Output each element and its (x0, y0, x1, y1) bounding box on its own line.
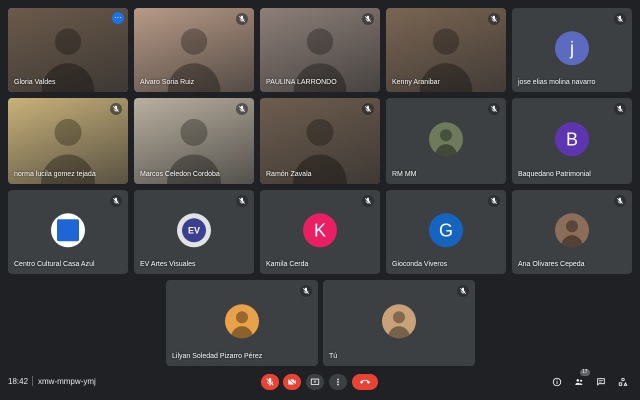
mic-muted-icon (110, 195, 122, 207)
chat-button[interactable] (594, 375, 608, 389)
camera-off-icon (287, 377, 297, 387)
participant-tile[interactable]: PAULINA LARRONDO (260, 8, 380, 92)
participant-tile[interactable]: RM MM (386, 98, 506, 184)
participant-name: Ana Olivares Cepeda (518, 261, 585, 268)
participant-name: Kenny Aranibar (392, 79, 440, 86)
participant-tile[interactable]: j jose elias molina navarro (512, 8, 632, 92)
participant-name: jose elias molina navarro (518, 79, 596, 86)
mic-muted-icon (110, 103, 122, 115)
participant-avatar (51, 213, 85, 248)
participant-name: norma lucila gomez tejada (14, 171, 96, 178)
participant-avatar: B (555, 122, 589, 157)
present-button[interactable] (306, 374, 324, 390)
participant-avatar (225, 304, 259, 339)
mic-muted-icon (488, 103, 500, 115)
people-button[interactable] (572, 375, 586, 389)
present-screen-icon (310, 378, 320, 385)
participant-name: Lilyan Soledad Pizarro Pérez (172, 353, 263, 360)
mic-off-icon (266, 377, 274, 386)
participant-name: RM MM (392, 171, 417, 178)
participant-tile[interactable]: Alvaro Soria Ruiz (134, 8, 254, 92)
activities-icon (618, 377, 628, 386)
mic-muted-icon (614, 103, 626, 115)
participant-tile[interactable]: Tú (323, 280, 475, 366)
mic-muted-icon (614, 13, 626, 25)
participant-avatar (382, 304, 416, 339)
avatar-logo-text: EV (182, 218, 206, 243)
mic-muted-icon (488, 195, 500, 207)
participant-name: Alvaro Soria Ruiz (140, 79, 195, 86)
participant-name: Baquedano Patrimonial (518, 171, 591, 178)
participant-tile[interactable]: Marcos Celedon Cordoba (134, 98, 254, 184)
participant-name: Gioconda Viveros (392, 261, 448, 268)
phone-hangup-icon (360, 379, 370, 384)
mic-muted-icon (488, 13, 500, 25)
participant-tile[interactable]: G Gioconda Viveros (386, 190, 506, 274)
participant-name: Ramón Zavala (266, 171, 312, 178)
participant-avatar: EV (177, 213, 211, 248)
participant-avatar (555, 213, 589, 248)
participant-tile[interactable]: norma lucila gomez tejada (8, 98, 128, 184)
participant-avatar: K (303, 213, 337, 248)
participant-name: Gloria Valdes (14, 79, 56, 86)
participant-tile[interactable]: Lilyan Soledad Pizarro Pérez (166, 280, 318, 366)
meeting-time: 18:42 (8, 377, 29, 386)
mic-muted-icon (614, 195, 626, 207)
mic-muted-icon (362, 103, 374, 115)
mic-muted-icon (300, 285, 312, 297)
participant-name: Marcos Celedon Cordoba (140, 171, 220, 178)
mic-muted-icon (457, 285, 469, 297)
mic-muted-icon (236, 195, 248, 207)
mic-muted-icon (236, 103, 248, 115)
participant-tile[interactable]: K Kamila Cerda (260, 190, 380, 274)
participant-tile[interactable]: Ana Olivares Cepeda (512, 190, 632, 274)
participant-tile[interactable]: EV EV Artes Visuales (134, 190, 254, 274)
mic-off-button[interactable] (261, 374, 279, 390)
end-call-button[interactable] (352, 374, 378, 390)
mic-muted-icon (362, 13, 374, 25)
separator (32, 376, 33, 386)
participant-name: Tú (329, 353, 338, 360)
participant-name: Kamila Cerda (266, 261, 309, 268)
camera-off-button[interactable] (283, 374, 301, 390)
participant-tile[interactable]: Kenny Aranibar (386, 8, 506, 92)
more-options-button[interactable] (329, 374, 347, 390)
people-icon (575, 379, 583, 385)
activities-button[interactable] (616, 375, 630, 389)
participant-tile[interactable]: Gloria Valdes ⋯ (8, 8, 128, 92)
mic-muted-icon (362, 195, 374, 207)
mic-muted-icon (236, 13, 248, 25)
more-vert-icon (337, 378, 339, 386)
participant-avatar: G (429, 213, 463, 248)
tile-options-button[interactable]: ⋯ (112, 12, 124, 24)
chat-icon (597, 378, 605, 386)
info-icon (552, 377, 562, 387)
participant-name: Centro Cultural Casa Azul (14, 261, 95, 268)
participant-avatar (429, 122, 463, 157)
participant-name: PAULINA LARRONDO (266, 79, 337, 86)
meeting-code: xmw-mmpw-ymj (38, 377, 96, 386)
participant-tile[interactable]: B Baquedano Patrimonial (512, 98, 632, 184)
participant-avatar: j (555, 31, 589, 66)
participant-tile[interactable]: Ramón Zavala (260, 98, 380, 184)
participant-tile[interactable]: Centro Cultural Casa Azul (8, 190, 128, 274)
participant-name: EV Artes Visuales (140, 261, 196, 268)
meeting-details-button[interactable] (550, 375, 564, 389)
